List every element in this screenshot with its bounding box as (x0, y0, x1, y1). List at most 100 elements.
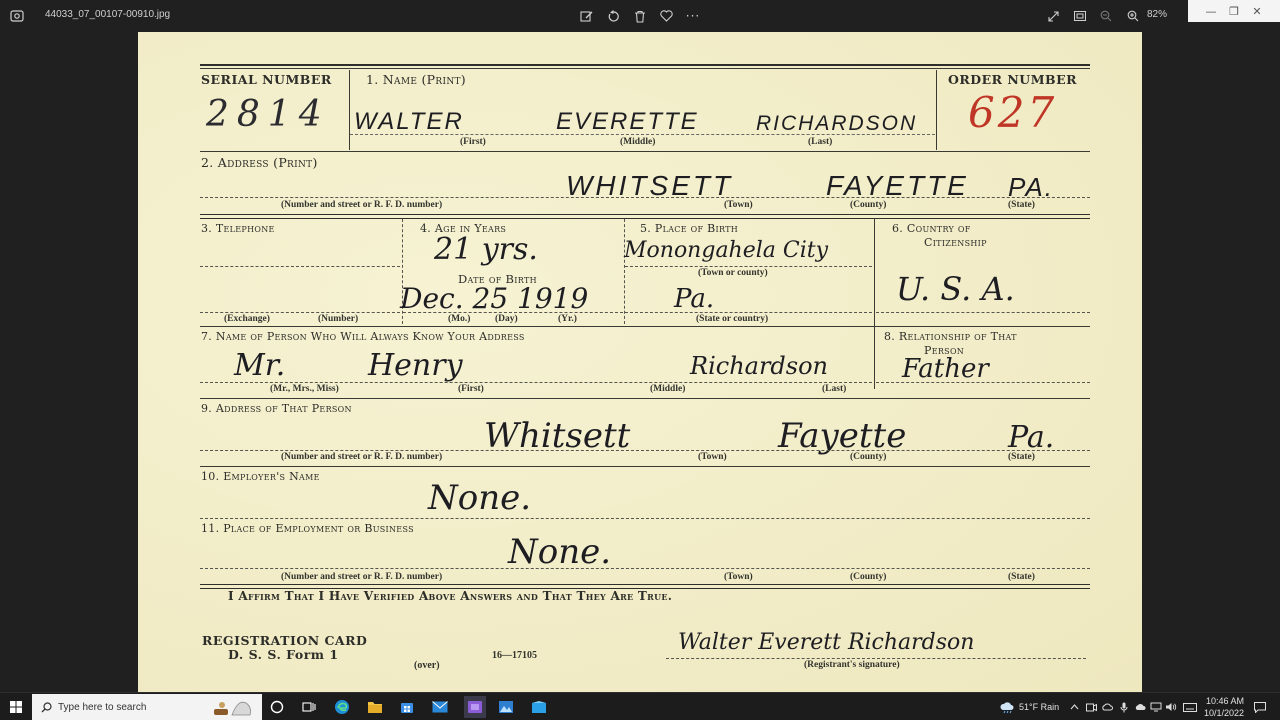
microphone-icon[interactable] (1117, 698, 1131, 716)
meet-now-icon[interactable] (1084, 698, 1098, 716)
zoom-level[interactable]: 82% (1147, 9, 1167, 20)
rule (876, 382, 1090, 383)
photos-taskbar-icon[interactable] (497, 698, 515, 716)
rule (200, 466, 1090, 467)
state-sub-label: (State) (1008, 200, 1035, 210)
rule (200, 197, 1090, 198)
employer-value: None. (428, 478, 532, 518)
video-editor-icon[interactable] (464, 696, 486, 718)
divider (874, 219, 875, 389)
divider (624, 219, 625, 324)
rule (200, 518, 1090, 519)
clock-date[interactable]: 10/1/2022 (1204, 708, 1244, 718)
photos-app-icon[interactable] (8, 7, 26, 25)
exchange-sub-label: (Exchange) (224, 314, 270, 324)
rotate-icon[interactable] (603, 6, 623, 26)
zoom-out-icon[interactable] (1096, 6, 1116, 26)
contact-street-sub-label: (Number and street or R. F. D. number) (281, 452, 443, 462)
registrant-signature: Walter Everett Richardson (678, 630, 975, 655)
citizenship-value: U. S. A. (896, 270, 1015, 308)
last-name-value: RICHARDSON (756, 112, 918, 135)
middle-name-value: EVERETTE (556, 108, 699, 135)
close-button[interactable]: ✕ (1234, 0, 1280, 22)
state-or-country-sub-label: (State or country) (696, 314, 769, 324)
relationship-value: Father (902, 354, 989, 384)
taskbar-search-box[interactable]: Type here to search (32, 694, 262, 720)
rule (625, 266, 872, 267)
place-of-birth-label: 5. Place of Birth (640, 222, 739, 235)
town-sub-label: (Town) (724, 200, 753, 210)
mail-icon[interactable] (431, 698, 449, 716)
serial-number-label: SERIAL NUMBER (201, 72, 332, 87)
volume-icon[interactable] (1164, 698, 1178, 716)
employment-street-sub-label: (Number and street or R. F. D. number) (281, 572, 443, 582)
more-icon[interactable]: ··· (683, 6, 703, 26)
employment-town-sub-label: (Town) (724, 572, 753, 582)
file-name: 44033_07_00107-00910.jpg (45, 9, 171, 20)
search-icon (41, 702, 52, 713)
order-number-value: 627 (968, 88, 1058, 137)
notifications-icon[interactable] (1252, 698, 1268, 716)
network-icon[interactable] (1149, 698, 1163, 716)
cortana-icon[interactable] (268, 698, 286, 716)
employment-county-sub-label: (County) (850, 572, 887, 582)
rule (200, 450, 1090, 451)
clock-time[interactable]: 10:46 AM (1206, 696, 1244, 706)
task-view-icon[interactable] (300, 698, 318, 716)
address-label: 2. Address (Print) (201, 155, 318, 170)
fullscreen-icon[interactable] (1043, 6, 1063, 26)
file-explorer-icon[interactable] (366, 698, 384, 716)
registration-card-image[interactable]: SERIAL NUMBER 2814 1. Name (Print) WALTE… (138, 32, 1142, 692)
rule (200, 312, 400, 313)
telephone-label: 3. Telephone (201, 222, 275, 235)
search-highlight-icon (214, 701, 251, 716)
title-bar: 44033_07_00107-00910.jpg ··· 82% — ❐ ✕ (0, 0, 1280, 32)
search-placeholder: Type here to search (58, 701, 147, 713)
rule (666, 658, 1086, 659)
rule (200, 218, 1090, 219)
delete-icon[interactable] (630, 6, 650, 26)
rule (403, 312, 623, 313)
photos-app-window: 44033_07_00107-00910.jpg ··· 82% — ❐ ✕ S… (0, 0, 1280, 720)
weather-text[interactable]: 51°F Rain (1019, 702, 1059, 712)
middle-sub-label: (Middle) (620, 137, 656, 147)
edge-browser-icon[interactable] (333, 698, 351, 716)
weather-icon[interactable] (998, 698, 1016, 716)
citizenship-label-2: Citizenship (924, 236, 987, 249)
onedrive-icon[interactable] (1133, 698, 1147, 716)
filmstrip-icon[interactable] (1070, 6, 1090, 26)
contact-first-sub-label: (First) (458, 384, 484, 394)
cloud-icon[interactable] (1100, 698, 1114, 716)
title-sub-label: (Mr., Mrs., Miss) (270, 384, 339, 394)
contact-title-value: Mr. (234, 348, 286, 383)
rule (200, 382, 872, 383)
name-label: 1. Name (Print) (366, 72, 466, 87)
first-sub-label: (First) (460, 137, 486, 147)
rule (200, 398, 1090, 399)
rule (200, 326, 1090, 327)
last-sub-label: (Last) (808, 137, 833, 147)
year-sub-label: (Yr.) (558, 314, 577, 324)
day-sub-label: (Day) (495, 314, 518, 324)
affirmation-text: I Affirm That I Have Verified Above Answ… (228, 589, 673, 603)
contact-label: 7. Name of Person Who Will Always Know Y… (201, 330, 525, 343)
citizenship-label-1: 6. Country of (892, 222, 971, 235)
employment-place-label: 11. Place of Employment or Business (201, 522, 414, 535)
chevron-up-icon[interactable] (1068, 698, 1080, 716)
rule (350, 134, 935, 135)
edit-icon[interactable] (576, 6, 596, 26)
windows-start-icon[interactable] (0, 693, 32, 720)
keyboard-icon[interactable] (1181, 698, 1199, 716)
app-icon[interactable] (530, 698, 548, 716)
rule (200, 568, 1090, 569)
serial-number-value: 2814 (206, 94, 330, 135)
rule (200, 151, 1090, 152)
employer-label: 10. Employer's Name (201, 470, 320, 483)
store-icon[interactable] (398, 698, 416, 716)
contact-middle-sub-label: (Middle) (650, 384, 686, 394)
rule (200, 584, 1090, 585)
contact-first-value: Henry (368, 348, 463, 383)
zoom-in-icon[interactable] (1123, 6, 1143, 26)
address-state-value: PA. (1008, 172, 1054, 202)
favorite-icon[interactable] (656, 6, 676, 26)
